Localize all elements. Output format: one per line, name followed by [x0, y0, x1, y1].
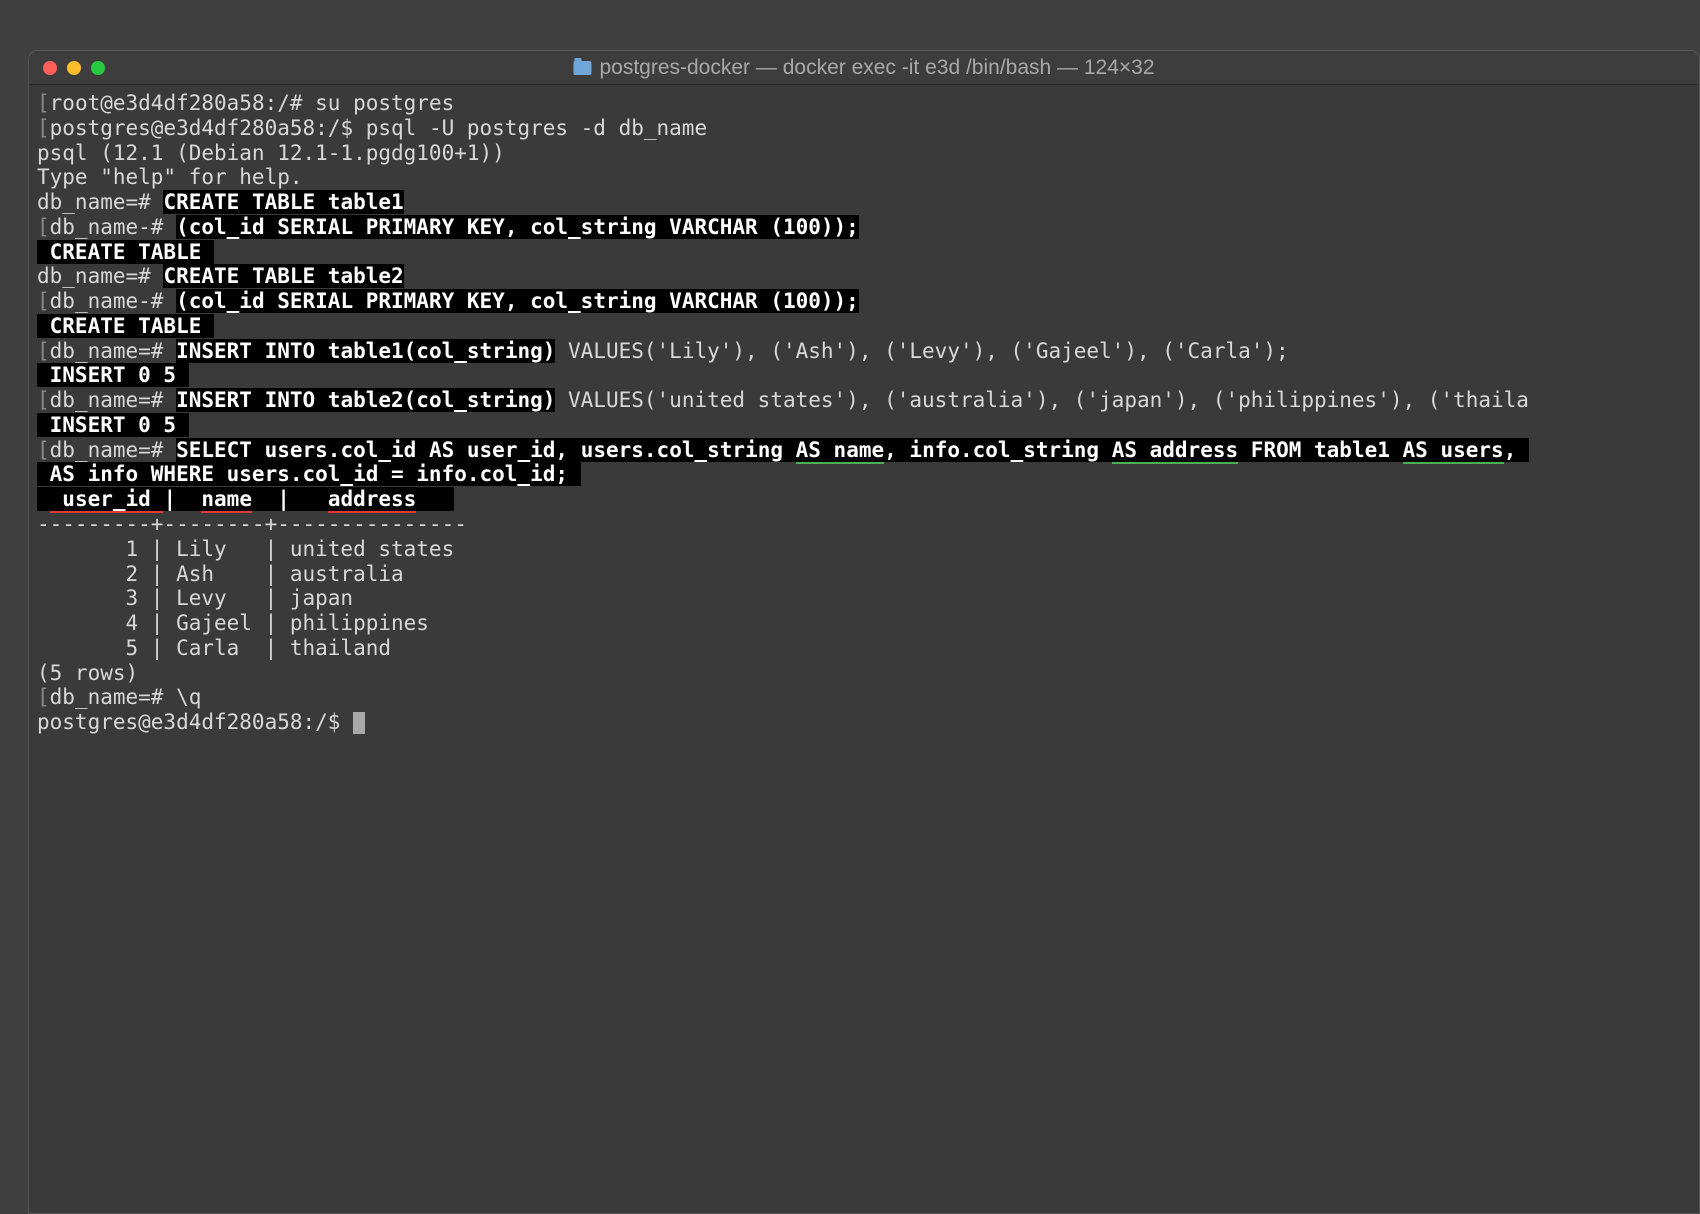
- table-row: 1 | Lily | united states: [37, 537, 1691, 562]
- table-row: 2 | Ash | australia: [37, 562, 1691, 587]
- minimize-button[interactable]: [67, 61, 81, 75]
- terminal-line: psql (12.1 (Debian 12.1-1.pgdg100+1)): [37, 141, 1691, 166]
- terminal-line: CREATE TABLE: [37, 240, 1691, 265]
- window-title: postgres-docker — docker exec -it e3d /b…: [573, 56, 1154, 80]
- terminal-line: [db_name-# (col_id SERIAL PRIMARY KEY, c…: [37, 215, 1691, 240]
- terminal-body[interactable]: [root@e3d4df280a58:/# su postgres[postgr…: [29, 85, 1699, 741]
- terminal-line: INSERT 0 5: [37, 363, 1691, 388]
- terminal-line: ---------+--------+---------------: [37, 512, 1691, 537]
- maximize-button[interactable]: [91, 61, 105, 75]
- close-button[interactable]: [43, 61, 57, 75]
- cursor-icon: [353, 712, 365, 734]
- terminal-window: postgres-docker — docker exec -it e3d /b…: [28, 50, 1700, 1214]
- terminal-line: [root@e3d4df280a58:/# su postgres: [37, 91, 1691, 116]
- terminal-line: db_name=# CREATE TABLE table2: [37, 264, 1691, 289]
- terminal-line: db_name=# CREATE TABLE table1: [37, 190, 1691, 215]
- window-title-text: postgres-docker — docker exec -it e3d /b…: [599, 56, 1154, 80]
- terminal-line: [db_name=# SELECT users.col_id AS user_i…: [37, 438, 1691, 463]
- table-row: 4 | Gajeel | philippines: [37, 611, 1691, 636]
- traffic-lights: [43, 61, 105, 75]
- folder-icon: [573, 61, 591, 75]
- terminal-line: AS info WHERE users.col_id = info.col_id…: [37, 462, 1691, 487]
- terminal-line: [db_name=# INSERT INTO table1(col_string…: [37, 339, 1691, 364]
- terminal-line: [db_name=# \q: [37, 685, 1691, 710]
- terminal-line: INSERT 0 5: [37, 413, 1691, 438]
- terminal-line: [db_name-# (col_id SERIAL PRIMARY KEY, c…: [37, 289, 1691, 314]
- terminal-line: Type "help" for help.: [37, 165, 1691, 190]
- terminal-line: user_id | name | address: [37, 487, 1691, 512]
- terminal-line: (5 rows): [37, 661, 1691, 686]
- terminal-line: CREATE TABLE: [37, 314, 1691, 339]
- titlebar: postgres-docker — docker exec -it e3d /b…: [29, 51, 1699, 85]
- terminal-line: [db_name=# INSERT INTO table2(col_string…: [37, 388, 1691, 413]
- table-row: 3 | Levy | japan: [37, 586, 1691, 611]
- terminal-line: [postgres@e3d4df280a58:/$ psql -U postgr…: [37, 116, 1691, 141]
- table-row: 5 | Carla | thailand: [37, 636, 1691, 661]
- terminal-prompt: postgres@e3d4df280a58:/$: [37, 710, 1691, 735]
